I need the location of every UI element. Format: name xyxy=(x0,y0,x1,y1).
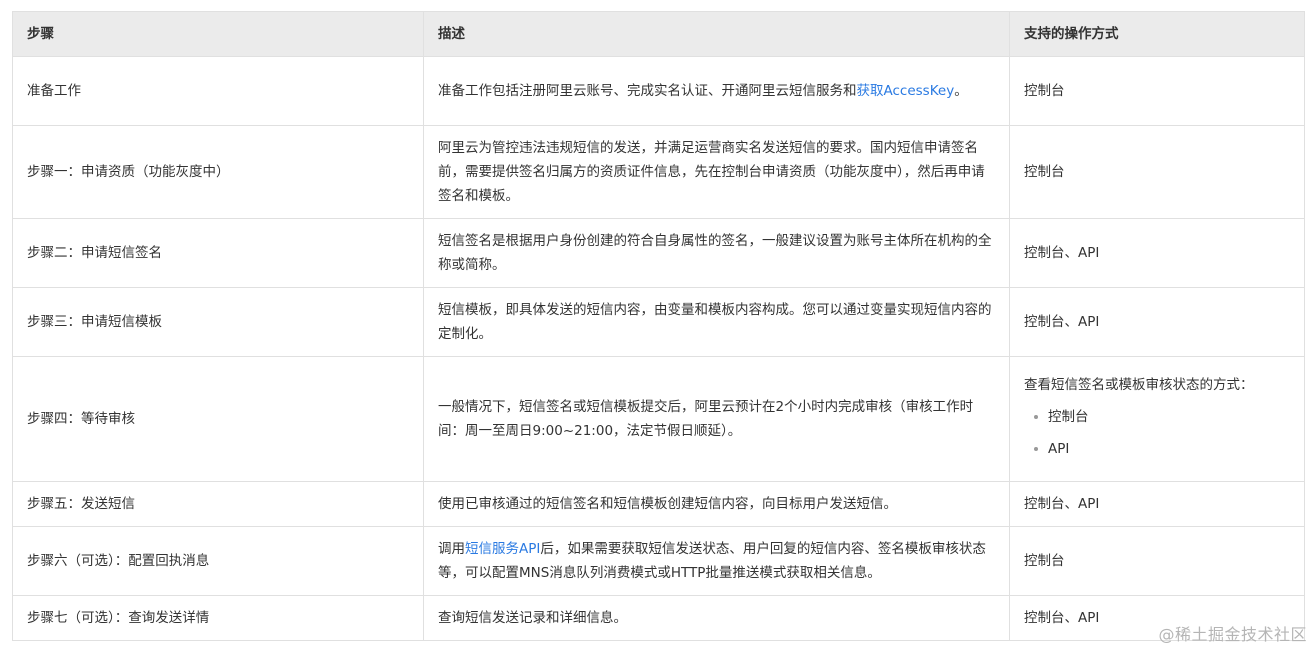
description-text: 。 xyxy=(954,83,968,99)
table-row: 步骤七（可选）：查询发送详情 查询短信发送记录和详细信息。 控制台、API xyxy=(12,595,1305,641)
description-cell: 准备工作包括注册阿里云账号、完成实名认证、开通阿里云短信服务和获取AccessK… xyxy=(423,56,1010,126)
table-row: 步骤二：申请短信签名 短信签名是根据用户身份创建的符合自身属性的签名，一般建议设… xyxy=(12,218,1305,288)
description-text: 调用 xyxy=(438,541,465,557)
step-cell: 步骤七（可选）：查询发送详情 xyxy=(12,595,424,641)
list-item: API xyxy=(1024,433,1290,465)
steps-table-container: 步骤 描述 支持的操作方式 准备工作 准备工作包括注册阿里云账号、完成实名认证、… xyxy=(12,11,1305,641)
operations-cell: 查看短信签名或模板审核状态的方式： 控制台 API xyxy=(1009,356,1305,482)
table-row: 步骤五：发送短信 使用已审核通过的短信签名和短信模板创建短信内容，向目标用户发送… xyxy=(12,481,1305,527)
list-item: 控制台 xyxy=(1024,401,1290,433)
operations-cell: 控制台 xyxy=(1009,56,1305,126)
table-row: 步骤一：申请资质（功能灰度中） 阿里云为管控违法违规短信的发送，并满足运营商实名… xyxy=(12,125,1305,219)
operations-cell: 控制台、API xyxy=(1009,218,1305,288)
operations-list: 控制台 API xyxy=(1024,401,1290,465)
description-text: 准备工作包括注册阿里云账号、完成实名认证、开通阿里云短信服务和 xyxy=(438,83,857,99)
step-cell: 步骤二：申请短信签名 xyxy=(12,218,424,288)
table-row: 步骤六（可选）：配置回执消息 调用短信服务API后，如果需要获取短信发送状态、用… xyxy=(12,526,1305,596)
step-cell: 准备工作 xyxy=(12,56,424,126)
header-step: 步骤 xyxy=(12,11,424,57)
header-description: 描述 xyxy=(423,11,1010,57)
description-cell: 查询短信发送记录和详细信息。 xyxy=(423,595,1010,641)
step-cell: 步骤三：申请短信模板 xyxy=(12,287,424,357)
steps-table: 步骤 描述 支持的操作方式 准备工作 准备工作包括注册阿里云账号、完成实名认证、… xyxy=(12,11,1305,641)
description-cell: 短信模板，即具体发送的短信内容，由变量和模板内容构成。您可以通过变量实现短信内容… xyxy=(423,287,1010,357)
description-cell: 一般情况下，短信签名或短信模板提交后，阿里云预计在2个小时内完成审核（审核工作时… xyxy=(423,356,1010,482)
operations-cell: 控制台、API xyxy=(1009,287,1305,357)
table-row: 步骤四：等待审核 一般情况下，短信签名或短信模板提交后，阿里云预计在2个小时内完… xyxy=(12,356,1305,482)
step-cell: 步骤六（可选）：配置回执消息 xyxy=(12,526,424,596)
operations-cell: 控制台 xyxy=(1009,526,1305,596)
operations-intro: 查看短信签名或模板审核状态的方式： xyxy=(1024,377,1254,393)
table-row: 步骤三：申请短信模板 短信模板，即具体发送的短信内容，由变量和模板内容构成。您可… xyxy=(12,287,1305,357)
step-cell: 步骤四：等待审核 xyxy=(12,356,424,482)
table-row: 准备工作 准备工作包括注册阿里云账号、完成实名认证、开通阿里云短信服务和获取Ac… xyxy=(12,56,1305,126)
description-cell: 使用已审核通过的短信签名和短信模板创建短信内容，向目标用户发送短信。 xyxy=(423,481,1010,527)
operations-cell: 控制台 xyxy=(1009,125,1305,219)
sms-service-api-link[interactable]: 短信服务API xyxy=(465,541,540,557)
operations-cell: 控制台、API xyxy=(1009,481,1305,527)
description-cell: 短信签名是根据用户身份创建的符合自身属性的签名，一般建议设置为账号主体所在机构的… xyxy=(423,218,1010,288)
get-accesskey-link[interactable]: 获取AccessKey xyxy=(857,83,955,99)
table-header-row: 步骤 描述 支持的操作方式 xyxy=(12,11,1305,57)
step-cell: 步骤五：发送短信 xyxy=(12,481,424,527)
watermark: @稀土掘金技术社区 xyxy=(1158,625,1307,644)
header-operations: 支持的操作方式 xyxy=(1009,11,1305,57)
description-cell: 阿里云为管控违法违规短信的发送，并满足运营商实名发送短信的要求。国内短信申请签名… xyxy=(423,125,1010,219)
step-cell: 步骤一：申请资质（功能灰度中） xyxy=(12,125,424,219)
description-cell: 调用短信服务API后，如果需要获取短信发送状态、用户回复的短信内容、签名模板审核… xyxy=(423,526,1010,596)
